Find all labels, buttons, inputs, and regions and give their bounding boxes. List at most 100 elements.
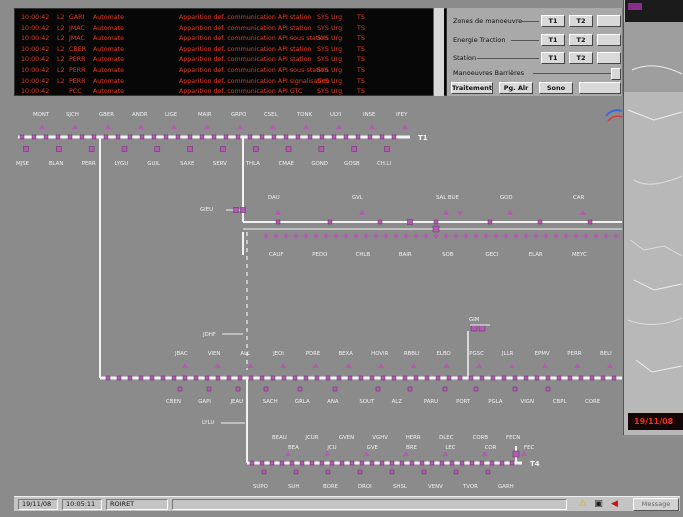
track-marker[interactable] <box>279 460 285 466</box>
station-marker[interactable] <box>463 233 469 239</box>
track-marker[interactable] <box>151 134 157 140</box>
track-marker[interactable] <box>343 134 349 140</box>
signal-icon[interactable] <box>72 124 78 129</box>
track-marker[interactable] <box>446 375 452 381</box>
station-marker[interactable] <box>423 233 429 239</box>
signal-icon[interactable] <box>507 210 513 215</box>
track-marker[interactable] <box>389 460 395 466</box>
station-marker[interactable] <box>403 233 409 239</box>
station-marker[interactable] <box>563 233 569 239</box>
track-marker[interactable] <box>489 460 495 466</box>
signal-icon[interactable] <box>275 210 281 215</box>
signal-icon[interactable] <box>443 363 450 368</box>
network-diagram[interactable]: MONT SJCH GBER ANDR LIGE MAIR GRPO CSEL TONK ULYI… <box>0 0 683 517</box>
signal-icon[interactable] <box>270 124 276 129</box>
station-marker[interactable] <box>23 146 29 152</box>
track-marker[interactable] <box>556 375 562 381</box>
save-icon[interactable]: ▣ <box>593 498 604 510</box>
station-marker[interactable] <box>512 450 520 458</box>
station-marker[interactable] <box>483 233 489 239</box>
station-marker[interactable] <box>545 386 551 392</box>
signal-icon[interactable] <box>214 363 221 368</box>
station-marker[interactable] <box>187 146 193 152</box>
station-marker[interactable] <box>583 233 589 239</box>
track-marker[interactable] <box>171 375 177 381</box>
track-marker[interactable] <box>319 134 325 140</box>
signal-icon[interactable] <box>39 124 45 129</box>
track-marker[interactable] <box>331 134 337 140</box>
track-marker[interactable] <box>115 134 121 140</box>
track-marker[interactable] <box>419 460 425 466</box>
track-marker[interactable] <box>336 375 342 381</box>
track-marker[interactable] <box>199 134 205 140</box>
station-marker[interactable] <box>384 146 390 152</box>
track-marker[interactable] <box>292 375 298 381</box>
station-marker[interactable] <box>177 386 183 392</box>
signal-icon[interactable] <box>442 451 449 456</box>
track-marker[interactable] <box>237 375 243 381</box>
station-marker[interactable] <box>389 469 395 475</box>
track-marker[interactable] <box>91 134 97 140</box>
station-marker[interactable] <box>421 469 427 475</box>
track-marker[interactable] <box>545 375 551 381</box>
station-marker[interactable] <box>313 233 319 239</box>
track-marker[interactable] <box>379 460 385 466</box>
signal-icon[interactable] <box>312 363 319 368</box>
track-marker[interactable] <box>327 219 333 225</box>
mute-icon[interactable]: ◀ <box>609 498 620 510</box>
track-marker[interactable] <box>487 219 493 225</box>
junction-marker[interactable] <box>432 225 440 233</box>
track-marker[interactable] <box>175 134 181 140</box>
track-marker[interactable] <box>309 460 315 466</box>
track-marker[interactable] <box>105 375 111 381</box>
track-marker[interactable] <box>127 134 133 140</box>
station-marker[interactable] <box>573 233 579 239</box>
track-marker[interactable] <box>31 134 37 140</box>
track-marker[interactable] <box>226 375 232 381</box>
station-marker[interactable] <box>533 233 539 239</box>
station-marker[interactable] <box>383 233 389 239</box>
track-marker[interactable] <box>55 134 61 140</box>
track-marker[interactable] <box>439 460 445 466</box>
station-marker[interactable] <box>613 233 619 239</box>
signal-icon[interactable] <box>237 124 243 129</box>
signal-icon[interactable] <box>541 363 548 368</box>
station-marker[interactable] <box>478 324 486 332</box>
station-marker[interactable] <box>252 146 259 152</box>
track-marker[interactable] <box>325 375 331 381</box>
station-marker[interactable] <box>375 386 381 392</box>
station-marker[interactable] <box>56 146 62 152</box>
station-marker[interactable] <box>473 233 479 239</box>
station-marker[interactable] <box>273 233 279 239</box>
track-marker[interactable] <box>449 460 455 466</box>
track-marker[interactable] <box>479 375 485 381</box>
track-marker[interactable] <box>247 134 253 140</box>
station-marker[interactable] <box>233 207 239 213</box>
track-marker[interactable] <box>295 134 301 140</box>
track-marker[interactable] <box>409 460 415 466</box>
track-marker[interactable] <box>433 219 439 225</box>
station-marker[interactable] <box>493 233 499 239</box>
track-marker[interactable] <box>248 375 254 381</box>
station-marker[interactable] <box>303 233 309 239</box>
track-marker[interactable] <box>193 375 199 381</box>
track-marker[interactable] <box>501 375 507 381</box>
station-marker[interactable] <box>543 233 549 239</box>
track-marker[interactable] <box>377 219 383 225</box>
track-marker[interactable] <box>269 460 275 466</box>
station-marker[interactable] <box>473 386 479 392</box>
track-marker[interactable] <box>512 375 518 381</box>
signal-icon[interactable] <box>171 124 177 129</box>
signal-icon[interactable] <box>443 210 449 215</box>
signal-icon[interactable] <box>402 124 408 129</box>
station-marker[interactable] <box>343 233 349 239</box>
station-marker[interactable] <box>351 146 357 152</box>
signal-icon[interactable] <box>378 363 385 368</box>
track-marker[interactable] <box>611 375 617 381</box>
station-marker[interactable] <box>293 469 299 475</box>
junction-marker[interactable] <box>407 219 413 225</box>
track-marker[interactable] <box>211 134 217 140</box>
station-marker[interactable] <box>293 233 299 239</box>
track-marker[interactable] <box>367 134 373 140</box>
signal-icon[interactable] <box>105 124 111 129</box>
